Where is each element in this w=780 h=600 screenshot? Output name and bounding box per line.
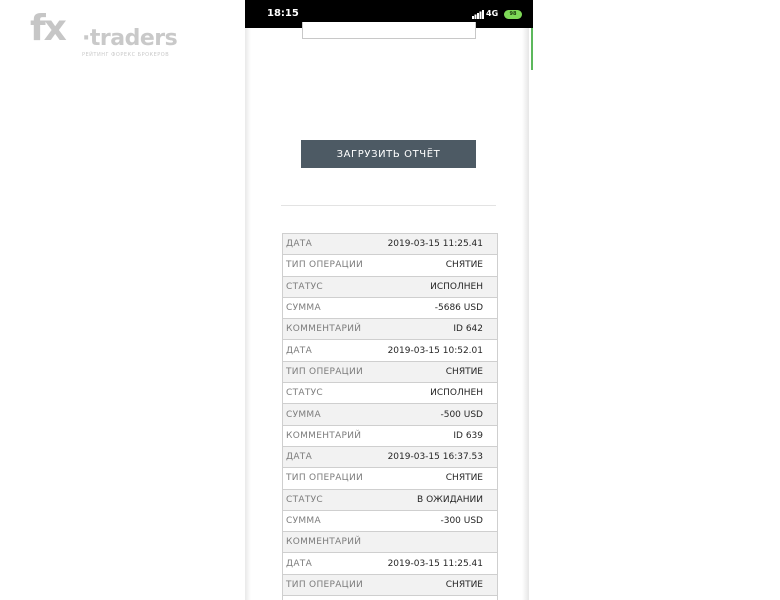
table-row: СТАТУС ИСПОЛНЕН	[283, 383, 497, 405]
battery-level-label: 98	[509, 11, 517, 17]
row-value: ИСПОЛНЕН	[430, 388, 483, 399]
row-value: ID 639	[453, 430, 483, 441]
table-row: ДАТА 2019-03-15 11:25.41	[283, 234, 497, 256]
table-row: ТИП ОПЕРАЦИИ СНЯТИЕ	[283, 255, 497, 277]
row-label: КОММЕНТАРИЙ	[286, 324, 362, 335]
row-value: СНЯТИЕ	[445, 260, 483, 271]
table-row: ДАТА 2019-03-15 16:37.53	[283, 446, 497, 469]
table-row: СТАТУС В ОЖИДАНИИ	[283, 489, 497, 511]
report-file-field[interactable]	[302, 22, 476, 39]
table-row: КОММЕНТАРИЙ	[283, 532, 497, 554]
table-row	[283, 596, 497, 600]
table-row: ДАТА 2019-03-15 10:52.01	[283, 340, 497, 362]
row-label: ТИП ОПЕРАЦИИ	[286, 260, 364, 271]
row-value: 2019-03-15 11:25.41	[387, 239, 483, 250]
phone-edge-shadow-left	[245, 28, 251, 600]
signal-strength-icon	[472, 10, 484, 19]
row-label: ДАТА	[286, 345, 313, 356]
network-type-label: 4G	[486, 9, 499, 18]
row-label: КОММЕНТАРИЙ	[286, 537, 362, 548]
phone-edge-shadow-right	[522, 28, 529, 600]
table-row: СУММА -5686 USD	[283, 297, 497, 320]
row-value: СНЯТИЕ	[445, 579, 483, 590]
row-value: СНЯТИЕ	[445, 366, 483, 377]
row-value: ID 642	[453, 324, 483, 335]
row-label: СУММА	[286, 516, 321, 526]
logo-tagline: РЕЙТИНГ ФОРЕКС БРОКЕРОВ	[82, 52, 170, 58]
row-label: СУММА	[286, 303, 321, 314]
table-row: СТАТУС ИСПОЛНЕН	[283, 276, 497, 298]
table-row: ТИП ОПЕРАЦИИ СНЯТИЕ	[283, 361, 497, 384]
row-value: ИСПОЛНЕН	[430, 281, 483, 292]
row-label: ТИП ОПЕРАЦИИ	[286, 473, 364, 484]
section-divider	[281, 205, 496, 206]
table-row: СУММА -500 USD	[283, 404, 497, 426]
logo-fx-text: fx	[30, 8, 67, 49]
fx-traders-logo: fx ·traders РЕЙТИНГ ФОРЕКС БРОКЕРОВ	[30, 8, 178, 60]
row-label: СТАТУС	[286, 388, 324, 399]
logo-traders-text: ·traders	[82, 26, 178, 51]
screenshot-canvas: fx ·traders РЕЙТИНГ ФОРЕКС БРОКЕРОВ 18:1…	[0, 0, 780, 600]
row-value: 2019-03-15 10:52.01	[387, 345, 483, 356]
row-label: ДАТА	[286, 452, 313, 463]
row-value: СНЯТИЕ	[445, 473, 483, 484]
status-time: 18:15	[267, 8, 299, 19]
battery-icon: 98	[504, 10, 522, 19]
table-row: ДАТА 2019-03-15 11:25.41	[283, 553, 497, 575]
row-value: 2019-03-15 11:25.41	[387, 558, 483, 569]
row-label: СУММА	[286, 409, 321, 420]
row-label: ДАТА	[286, 558, 313, 569]
transactions-table: ДАТА 2019-03-15 11:25.41 ТИП ОПЕРАЦИИ СНЯТИ…	[282, 233, 498, 600]
row-value: 2019-03-15 16:37.53	[387, 452, 483, 463]
row-label: ДАТА	[286, 239, 313, 250]
table-row: КОММЕНТАРИЙ ID 639	[283, 425, 497, 447]
row-label: КОММЕНТАРИЙ	[286, 430, 362, 441]
row-label: ТИП ОПЕРАЦИИ	[286, 579, 364, 590]
scroll-accent-bar	[531, 28, 533, 70]
row-value: -5686 USD	[434, 303, 483, 314]
table-row: ТИП ОПЕРАЦИИ СНЯТИЕ	[283, 574, 497, 597]
row-label: ТИП ОПЕРАЦИИ	[286, 366, 364, 377]
upload-report-button[interactable]: ЗАГРУЗИТЬ ОТЧЁТ	[301, 140, 476, 168]
table-row: ТИП ОПЕРАЦИИ СНЯТИЕ	[283, 468, 497, 490]
table-row: СУММА -300 USD	[283, 510, 497, 533]
row-value: -300 USD	[440, 516, 483, 526]
row-label: СТАТУС	[286, 494, 324, 505]
row-label: СТАТУС	[286, 281, 324, 292]
row-value: В ОЖИДАНИИ	[417, 494, 483, 505]
row-value: -500 USD	[440, 409, 483, 420]
table-row: КОММЕНТАРИЙ ID 642	[283, 319, 497, 341]
